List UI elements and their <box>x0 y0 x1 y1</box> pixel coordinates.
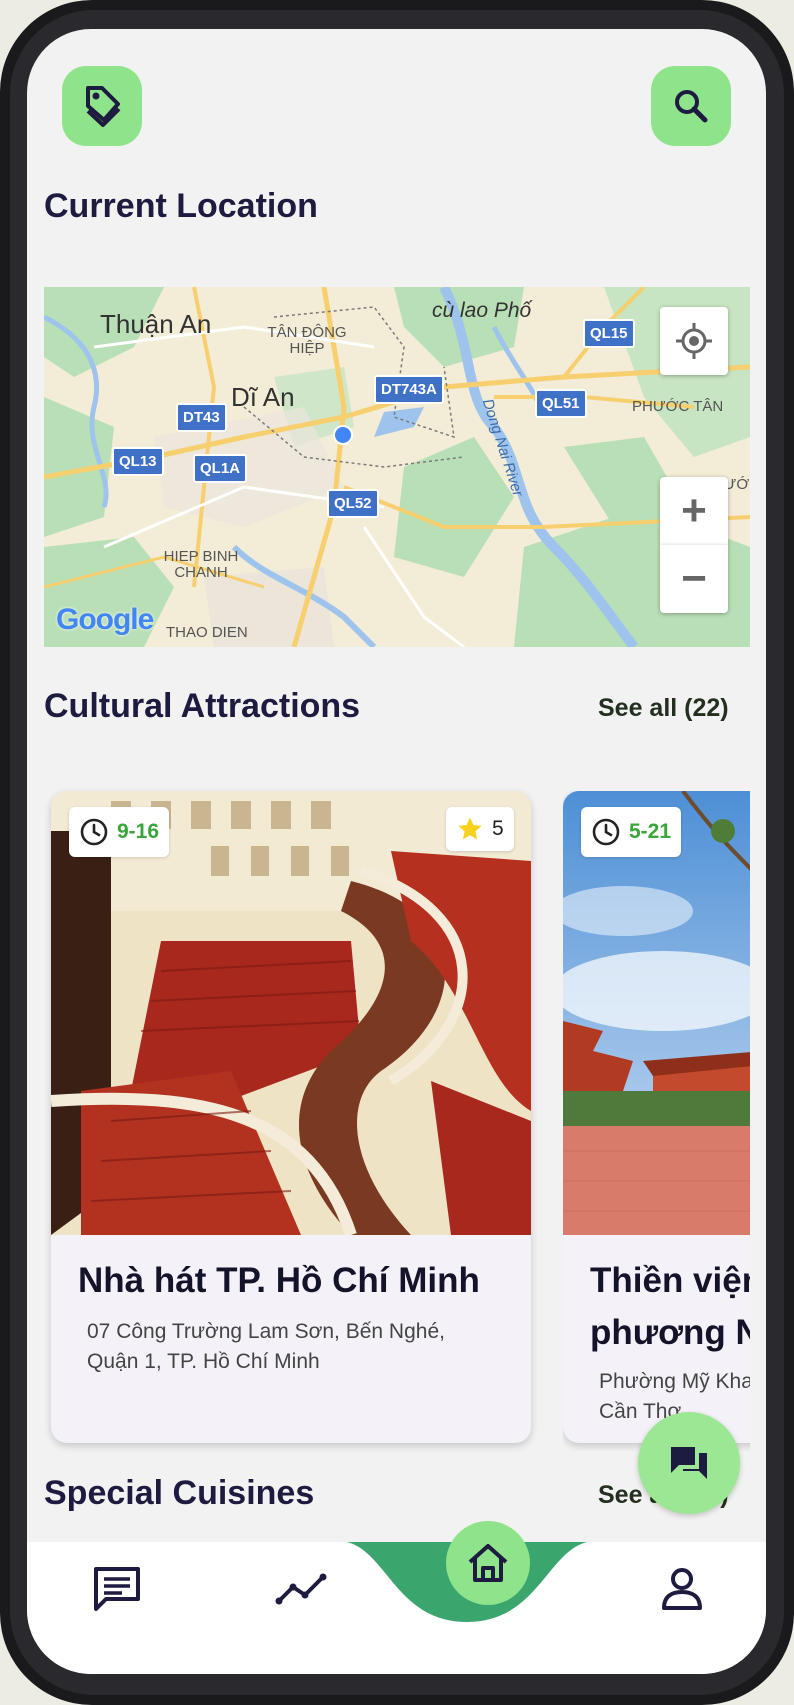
search-button[interactable] <box>651 66 731 146</box>
cultural-attractions-title: Cultural Attractions <box>44 687 361 725</box>
road-shield: QL1A <box>193 454 248 483</box>
special-cuisines-title: Special Cuisines <box>44 1474 315 1512</box>
crosshair-icon <box>676 323 712 359</box>
home-icon <box>468 1544 508 1582</box>
road-shield: QL52 <box>327 489 379 518</box>
message-icon <box>94 1567 140 1611</box>
google-logo: Google <box>56 603 154 636</box>
opening-hours-text: 9-16 <box>117 820 160 843</box>
nav-home-button[interactable] <box>446 1521 530 1605</box>
road-shield: QL51 <box>535 389 587 418</box>
see-all-attractions-link[interactable]: See all (22) <box>598 694 729 723</box>
person-icon <box>662 1568 702 1610</box>
map-label: PHƯỚC TÂN <box>632 398 724 415</box>
zoom-out-button[interactable]: − <box>660 545 728 613</box>
road-shield: DT743A <box>374 375 444 404</box>
star-icon <box>458 817 482 840</box>
attraction-address: 07 Công Trường Lam Sơn, Bến Nghé, Quận 1… <box>87 1320 445 1373</box>
opening-hours-badge: 9-16 <box>69 807 170 857</box>
app-screen: Current Location Thuận An Dĩ An cù lao P… <box>27 29 766 1674</box>
theater-hall-photo <box>51 791 531 1235</box>
search-icon <box>675 90 708 123</box>
zoom-in-button[interactable]: + <box>660 477 728 545</box>
trend-line-icon <box>275 1573 327 1605</box>
my-location-button[interactable] <box>660 307 728 375</box>
nav-trending[interactable] <box>267 1554 337 1624</box>
chat-fab-button[interactable] <box>638 1412 740 1514</box>
attraction-name: Nhà hát TP. Hồ Chí Minh <box>78 1261 480 1300</box>
tag-button[interactable] <box>62 66 142 146</box>
road-shield: DT43 <box>176 403 227 432</box>
attraction-card[interactable]: 5-21 Thiền viện phương N Phường Mỹ Kha C… <box>563 791 750 1443</box>
card-clip: 5-21 Thiền viện phương N Phường Mỹ Kha C… <box>563 791 750 1451</box>
attraction-image <box>563 791 750 1235</box>
attraction-card[interactable]: 9-16 5 Nhà hát TP. Hồ Chí Minh 07 Công T… <box>51 791 531 1443</box>
rating-badge: 5 <box>446 807 514 851</box>
map-label: THAO DIEN <box>166 624 248 641</box>
pagoda-photo <box>563 791 750 1235</box>
map-label: HIEP BINH CHANH <box>163 548 239 581</box>
map-label: cù lao Phố <box>432 299 532 322</box>
attraction-name: Thiền viện phương N <box>590 1261 750 1352</box>
chat-bubbles-icon <box>671 1447 707 1479</box>
clock-icon <box>592 818 620 846</box>
nav-messages[interactable] <box>82 1554 152 1624</box>
rating-value: 5 <box>492 817 504 840</box>
tag-icon <box>86 86 121 127</box>
clock-icon <box>80 818 108 846</box>
current-location-title: Current Location <box>44 187 318 225</box>
bottom-navigation <box>27 1542 766 1674</box>
road-shield: QL13 <box>112 447 164 476</box>
opening-hours-text: 5-21 <box>629 820 672 843</box>
map-label: TÂN ĐÔNG HIỆP <box>267 324 347 357</box>
map-label: Thuận An <box>100 309 212 339</box>
attraction-image <box>51 791 531 1235</box>
opening-hours-badge: 5-21 <box>581 807 682 857</box>
road-shield: QL15 <box>583 319 635 348</box>
nav-profile[interactable] <box>647 1554 717 1624</box>
map-label: Dĩ An <box>231 382 295 412</box>
location-map[interactable]: Thuận An Dĩ An cù lao Phố TÂN ĐÔNG HIỆP … <box>44 287 750 647</box>
